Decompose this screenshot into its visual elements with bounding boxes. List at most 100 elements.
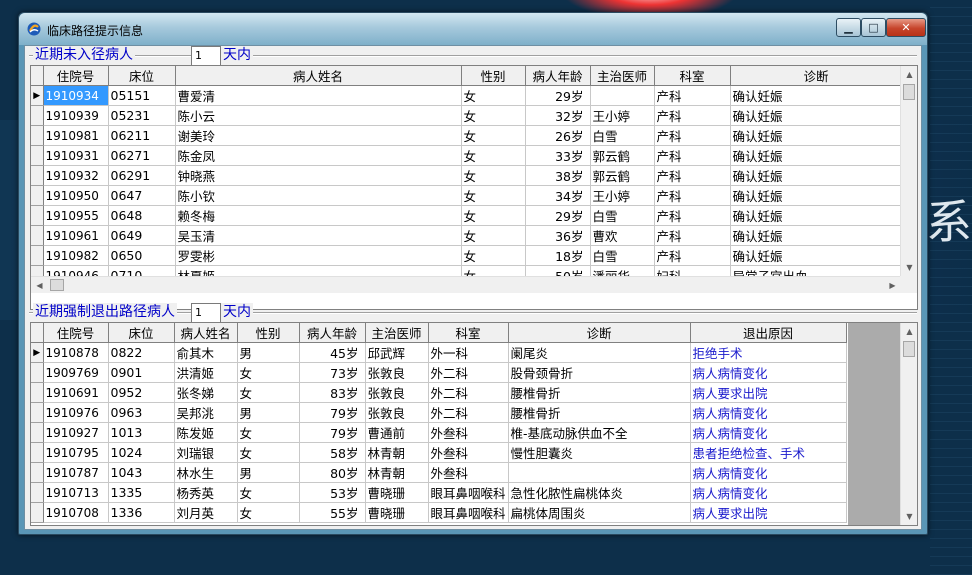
table-cell[interactable]: 79岁 [299, 402, 366, 423]
column-header[interactable]: 科室 [654, 66, 731, 86]
table-cell[interactable]: 白雪 [590, 125, 655, 146]
scroll-thumb[interactable] [903, 84, 915, 100]
table-cell[interactable]: 拒绝手术 [690, 342, 847, 363]
table-cell[interactable]: 0648 [108, 205, 176, 226]
table-cell[interactable]: 1910932 [43, 165, 109, 186]
table-cell[interactable]: 阑尾炎 [508, 342, 691, 363]
row-selector[interactable] [31, 225, 44, 246]
table-cell[interactable]: 王小婷 [590, 105, 655, 126]
table-cell[interactable]: 1910961 [43, 225, 109, 246]
table-cell[interactable]: 女 [461, 85, 526, 106]
table-cell[interactable]: 男 [237, 402, 300, 423]
table-cell[interactable]: 1910927 [43, 422, 109, 443]
table-cell[interactable]: 陈小钦 [175, 185, 462, 206]
table-cell[interactable]: 曹晓珊 [365, 482, 429, 503]
table-cell[interactable]: 1910939 [43, 105, 109, 126]
table-cell[interactable]: 钟晓燕 [175, 165, 462, 186]
table-cell[interactable]: 53岁 [299, 482, 366, 503]
column-header[interactable]: 科室 [428, 323, 509, 343]
table-cell[interactable]: 郭云鹤 [590, 165, 655, 186]
table-cell[interactable]: 73岁 [299, 362, 366, 383]
table-cell[interactable]: 1910795 [43, 442, 109, 463]
table-cell[interactable]: 产科 [654, 205, 731, 226]
table-cell[interactable]: 女 [237, 442, 300, 463]
table-cell[interactable]: 79岁 [299, 422, 366, 443]
table-row[interactable]: 1910927 1013 陈发姬女 79岁 曹通前 外叁科 椎-基底动脉供血不全 病人病情变化 [31, 422, 847, 443]
table-cell[interactable]: 0963 [108, 402, 175, 423]
column-header[interactable]: 病人年龄 [525, 66, 591, 86]
table-cell[interactable]: 女 [237, 422, 300, 443]
table-cell[interactable]: 产科 [654, 245, 731, 266]
table-cell[interactable]: 外叁科 [428, 442, 509, 463]
table-row[interactable]: 1910982 0650 罗雯彬女 18岁 白雪 产科 确认妊娠 [31, 245, 903, 266]
table-cell[interactable]: 赖冬梅 [175, 205, 462, 226]
table-cell[interactable]: 06291 [108, 165, 176, 186]
table-row[interactable]: 1910708 1336 刘月英女 55岁 曹晓珊 眼耳鼻咽喉科 扁桃体周围炎 病人要求出院 [31, 502, 847, 523]
table-row[interactable]: 1910976 0963 吴邦洮男 79岁 张敦良 外二科 腰椎骨折 病人病情变化 [31, 402, 847, 423]
table-row[interactable]: 1910981 06211 谢美玲女 26岁 白雪 产科 确认妊娠 [31, 125, 903, 146]
table-cell[interactable]: 1910878 [43, 342, 109, 363]
table-cell[interactable]: 谢美玲 [175, 125, 462, 146]
table-cell[interactable]: 05151 [108, 85, 176, 106]
table-cell[interactable]: 06211 [108, 125, 176, 146]
column-header[interactable]: 退出原因 [690, 323, 847, 343]
table-cell[interactable]: 白雪 [590, 205, 655, 226]
table-cell[interactable]: 女 [461, 185, 526, 206]
column-header[interactable]: 病人姓名 [174, 323, 238, 343]
table-row[interactable]: 1909769 0901 洪清姬女 73岁 张敦良 外二科 股骨颈骨折 病人病情变化 [31, 362, 847, 383]
table-cell[interactable]: 病人要求出院 [690, 502, 847, 523]
table-cell[interactable]: 确认妊娠 [730, 145, 903, 166]
column-header[interactable]: 床位 [108, 323, 175, 343]
scroll-down-arrow-icon[interactable]: ▼ [901, 259, 917, 276]
table-row[interactable]: 1910931 06271 陈金凤女 33岁 郭云鹤 产科 确认妊娠 [31, 145, 903, 166]
table-cell[interactable]: 张敦良 [365, 402, 429, 423]
table-cell[interactable]: 病人病情变化 [690, 482, 847, 503]
current-row-indicator-icon[interactable]: ▶ [31, 342, 44, 363]
table-row[interactable]: 1910691 0952 张冬娣女 83岁 张敦良 外二科 腰椎骨折 病人要求出院 [31, 382, 847, 403]
table-cell[interactable]: 外一科 [428, 342, 509, 363]
table-cell[interactable]: 1909769 [43, 362, 109, 383]
table-cell[interactable]: 女 [237, 382, 300, 403]
table-row[interactable]: 1910950 0647 陈小钦女 34岁 王小婷 产科 确认妊娠 [31, 185, 903, 206]
table-cell[interactable]: 杨秀英 [174, 482, 238, 503]
top-vertical-scrollbar[interactable]: ▲ ▼ [900, 66, 917, 276]
table-cell[interactable]: 产科 [654, 165, 731, 186]
row-selector[interactable] [31, 462, 44, 483]
table-row[interactable]: 1910955 0648 赖冬梅女 29岁 白雪 产科 确认妊娠 [31, 205, 903, 226]
top-patient-grid[interactable]: 住院号 床位 病人姓名 性别 病人年龄 主治医师 科室 诊断 ▶ 1910934 0… [30, 65, 918, 310]
table-cell[interactable]: 确认妊娠 [730, 125, 903, 146]
table-cell[interactable]: 45岁 [299, 342, 366, 363]
table-cell[interactable]: 女 [461, 205, 526, 226]
top-days-input[interactable]: 1 [191, 46, 221, 66]
table-cell[interactable]: 1024 [108, 442, 175, 463]
table-cell[interactable]: 女 [237, 482, 300, 503]
table-cell[interactable]: 0901 [108, 362, 175, 383]
table-cell[interactable]: 38岁 [525, 165, 591, 186]
table-cell[interactable]: 36岁 [525, 225, 591, 246]
table-cell[interactable]: 0822 [108, 342, 175, 363]
table-cell[interactable]: 33岁 [525, 145, 591, 166]
table-cell[interactable]: 1910691 [43, 382, 109, 403]
column-header[interactable]: 住院号 [43, 323, 109, 343]
table-cell[interactable]: 0649 [108, 225, 176, 246]
table-cell[interactable]: 1910955 [43, 205, 109, 226]
table-row[interactable]: 1910932 06291 钟晓燕女 38岁 郭云鹤 产科 确认妊娠 [31, 165, 903, 186]
column-header[interactable]: 性别 [237, 323, 300, 343]
column-header[interactable]: 主治医师 [365, 323, 429, 343]
table-cell[interactable]: 林青朝 [365, 442, 429, 463]
table-cell[interactable]: 吴玉清 [175, 225, 462, 246]
table-cell[interactable]: 病人病情变化 [690, 402, 847, 423]
table-cell[interactable]: 确认妊娠 [730, 245, 903, 266]
minimize-button[interactable]: ▁ [836, 18, 861, 37]
table-cell[interactable]: 05231 [108, 105, 176, 126]
table-cell[interactable]: 女 [461, 245, 526, 266]
table-cell[interactable]: 1043 [108, 462, 175, 483]
maximize-button[interactable]: □ [861, 18, 886, 37]
table-cell[interactable]: 股骨颈骨折 [508, 362, 691, 383]
table-cell[interactable]: 林青朝 [365, 462, 429, 483]
table-cell[interactable]: 18岁 [525, 245, 591, 266]
table-cell[interactable]: 椎-基底动脉供血不全 [508, 422, 691, 443]
table-cell[interactable]: 外叁科 [428, 422, 509, 443]
table-cell[interactable]: 女 [461, 225, 526, 246]
table-cell[interactable]: 刘瑞银 [174, 442, 238, 463]
